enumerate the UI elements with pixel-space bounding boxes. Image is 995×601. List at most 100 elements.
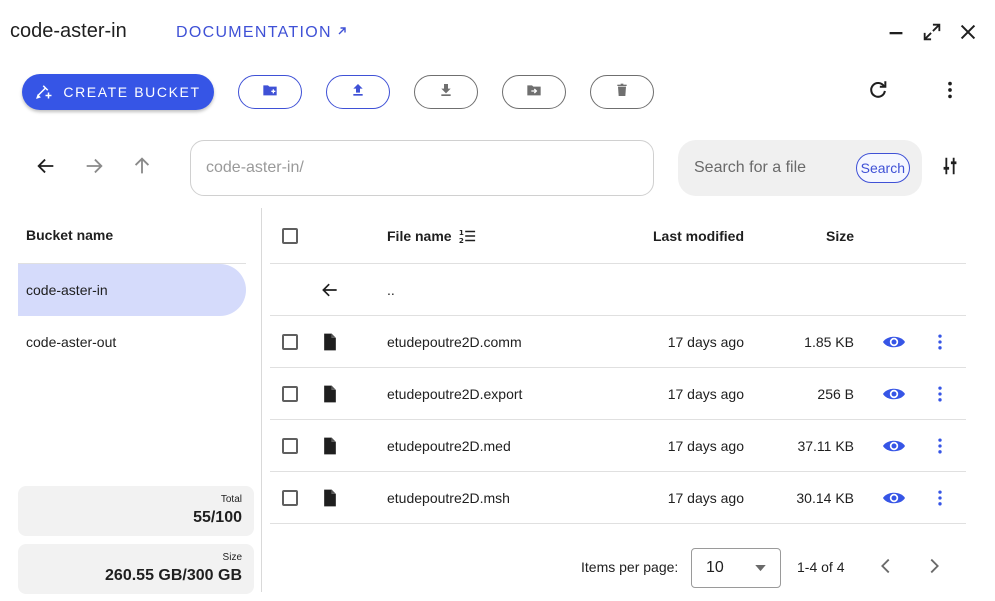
move-folder-icon <box>526 82 542 103</box>
total-stat: Total 55/100 <box>18 486 254 536</box>
more-vert-icon <box>930 384 950 404</box>
preview-button[interactable] <box>882 472 906 523</box>
path-field[interactable]: code-aster-in/ <box>190 140 654 196</box>
search-box: Search <box>678 140 922 196</box>
move-button[interactable] <box>502 75 566 109</box>
file-name-header-label: File name <box>387 227 452 244</box>
file-modified: 17 days ago <box>667 437 744 454</box>
eye-icon <box>882 330 906 354</box>
trash-icon <box>614 82 630 103</box>
table-row[interactable]: etudepoutre2D.comm 17 days ago 1.85 KB <box>270 316 966 368</box>
close-button[interactable] <box>954 20 982 48</box>
items-per-page-select[interactable]: 10 <box>691 548 781 588</box>
table-row[interactable]: etudepoutre2D.export 17 days ago 256 B <box>270 368 966 420</box>
new-folder-button[interactable] <box>238 75 302 109</box>
previous-page-button[interactable] <box>870 552 902 584</box>
file-icon <box>320 420 340 471</box>
forward-button[interactable] <box>78 152 110 184</box>
file-size: 256 B <box>817 385 854 402</box>
up-button[interactable] <box>126 152 158 184</box>
row-checkbox[interactable] <box>282 333 298 350</box>
preview-button[interactable] <box>882 316 906 367</box>
file-name: etudepoutre2D.comm <box>387 333 522 350</box>
total-label: Total <box>220 494 242 505</box>
row-more-button[interactable] <box>930 472 950 523</box>
new-folder-icon <box>262 82 278 103</box>
eye-icon <box>882 382 906 406</box>
page-range: 1-4 of 4 <box>797 559 845 575</box>
size-header[interactable]: Size <box>754 208 854 263</box>
file-table: File name 12 Last modified Size .. etude… <box>270 208 966 524</box>
file-name: etudepoutre2D.med <box>387 437 511 454</box>
file-size: 30.14 KB <box>796 489 854 506</box>
upload-button[interactable] <box>326 75 390 109</box>
create-bucket-icon <box>35 82 53 103</box>
search-button[interactable]: Search <box>855 153 910 183</box>
file-icon <box>320 316 340 367</box>
fullscreen-button[interactable] <box>918 20 946 48</box>
fullscreen-icon <box>921 21 943 48</box>
file-name: etudepoutre2D.msh <box>387 489 510 506</box>
refresh-button[interactable] <box>862 76 894 108</box>
table-header: File name 12 Last modified Size <box>270 208 966 264</box>
row-checkbox[interactable] <box>282 437 298 454</box>
size-stat: Size 260.55 GB/300 GB <box>18 544 254 594</box>
documentation-link[interactable]: DOCUMENTATION <box>176 24 348 42</box>
search-input[interactable] <box>694 159 844 177</box>
documentation-link-label: DOCUMENTATION <box>176 24 332 41</box>
row-more-button[interactable] <box>930 368 950 419</box>
more-vert-icon <box>930 488 950 508</box>
more-options-button[interactable] <box>934 76 966 108</box>
more-vert-icon <box>930 332 950 352</box>
close-icon <box>957 21 979 48</box>
row-checkbox[interactable] <box>282 385 298 402</box>
more-vert-icon <box>930 436 950 456</box>
file-size: 1.85 KB <box>804 333 854 350</box>
refresh-icon <box>867 79 889 106</box>
upload-icon <box>350 82 366 103</box>
file-modified: 17 days ago <box>667 333 744 350</box>
create-bucket-button[interactable]: CREATE BUCKET <box>22 74 214 110</box>
items-per-page-label: Items per page: <box>581 559 679 575</box>
arrow-back-icon <box>35 155 57 182</box>
file-name: etudepoutre2D.export <box>387 385 523 402</box>
row-more-button[interactable] <box>930 316 950 367</box>
row-checkbox[interactable] <box>282 489 298 506</box>
back-button[interactable] <box>30 152 62 184</box>
filter-settings-button[interactable] <box>934 152 966 184</box>
preview-button[interactable] <box>882 420 906 471</box>
bucket-item-code-aster-out[interactable]: code-aster-out <box>18 316 246 368</box>
more-vert-icon <box>939 79 961 106</box>
sort-icon: 12 <box>458 227 476 245</box>
create-bucket-label: CREATE BUCKET <box>63 84 201 100</box>
minimize-button[interactable] <box>882 20 910 48</box>
file-icon <box>320 368 340 419</box>
file-size: 37.11 KB <box>797 437 854 454</box>
row-more-button[interactable] <box>930 420 950 471</box>
bucket-item-code-aster-in[interactable]: code-aster-in <box>18 264 246 316</box>
parent-directory-row[interactable]: .. <box>270 264 966 316</box>
file-name-header[interactable]: File name 12 <box>387 208 476 263</box>
last-modified-header[interactable]: Last modified <box>610 208 744 263</box>
minimize-icon <box>885 21 907 48</box>
eye-icon <box>882 486 906 510</box>
table-row[interactable]: etudepoutre2D.med 17 days ago 37.11 KB <box>270 420 966 472</box>
download-button[interactable] <box>414 75 478 109</box>
external-link-icon <box>336 24 348 42</box>
next-page-button[interactable] <box>918 552 950 584</box>
select-all-checkbox[interactable] <box>282 227 298 244</box>
dropdown-arrow-icon <box>755 559 766 577</box>
download-icon <box>438 82 454 103</box>
panel-divider <box>261 208 262 592</box>
size-label: Size <box>222 552 242 563</box>
parent-directory-label: .. <box>387 281 395 298</box>
delete-button[interactable] <box>590 75 654 109</box>
eye-icon <box>882 434 906 458</box>
arrow-back-icon <box>320 264 340 315</box>
svg-text:2: 2 <box>458 236 463 245</box>
chevron-right-icon <box>923 555 945 582</box>
items-per-page-value: 10 <box>706 559 724 576</box>
table-row[interactable]: etudepoutre2D.msh 17 days ago 30.14 KB <box>270 472 966 524</box>
arrow-up-icon <box>131 155 153 182</box>
preview-button[interactable] <box>882 368 906 419</box>
